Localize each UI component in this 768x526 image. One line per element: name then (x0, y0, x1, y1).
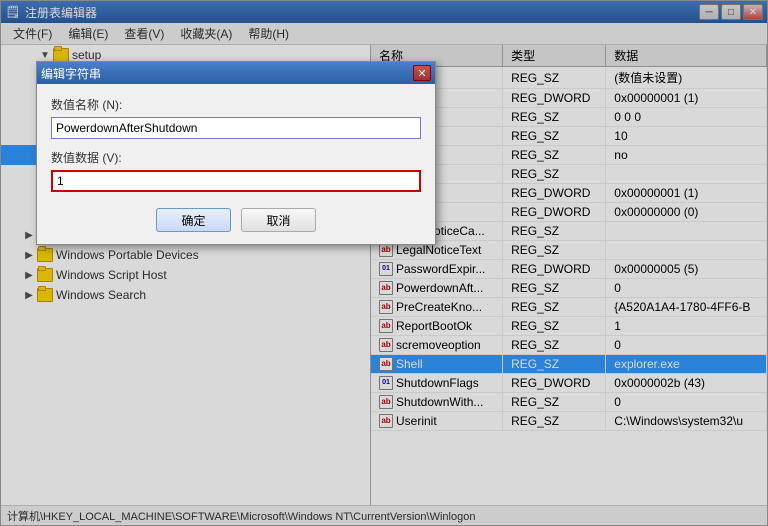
name-label: 数值名称 (N): (51, 96, 421, 113)
dialog-close-button[interactable]: ✕ (413, 65, 431, 81)
name-input[interactable] (51, 117, 421, 139)
ok-button[interactable]: 确定 (156, 208, 231, 232)
data-input[interactable] (51, 170, 421, 192)
dialog-title: 编辑字符串 (41, 65, 101, 82)
cancel-button[interactable]: 取消 (241, 208, 316, 232)
main-window: 🗒 注册表编辑器 ─ □ ✕ 文件(F) 编辑(E) 查看(V) 收藏夹(A) … (0, 0, 768, 526)
dialog-title-bar: 编辑字符串 ✕ (37, 62, 435, 84)
dialog-buttons: 确定 取消 (51, 208, 421, 232)
dialog-overlay: 编辑字符串 ✕ 数值名称 (N): 数值数据 (V): 确定 取消 (1, 1, 767, 525)
data-label: 数值数据 (V): (51, 149, 421, 166)
dialog-body: 数值名称 (N): 数值数据 (V): 确定 取消 (37, 84, 435, 244)
edit-string-dialog: 编辑字符串 ✕ 数值名称 (N): 数值数据 (V): 确定 取消 (36, 61, 436, 245)
